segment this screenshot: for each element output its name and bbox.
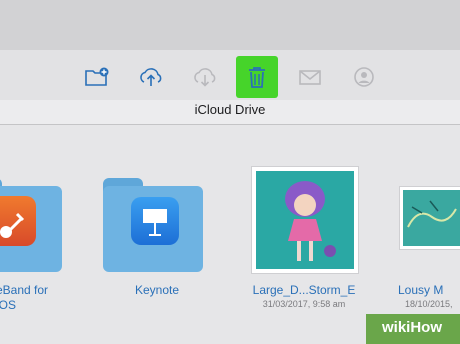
file-label[interactable]: Lousy M: [398, 283, 460, 297]
cloud-download-icon: [194, 68, 216, 87]
folder-plus-icon: [85, 67, 109, 86]
file-date: 18/10/2015,: [405, 299, 453, 309]
watermark-text: wikiHow: [382, 319, 443, 336]
file-date: 31/03/2017, 9:58 am: [262, 299, 346, 309]
doll-photo-thumbnail[interactable]: [251, 166, 359, 274]
upload-button[interactable]: [137, 63, 165, 91]
download-button[interactable]: [191, 63, 219, 91]
file-label[interactable]: Keynote: [103, 283, 211, 297]
guitar-app-icon: [0, 196, 36, 246]
new-folder-button[interactable]: [83, 63, 111, 91]
toolbar: [0, 50, 460, 100]
cloud-upload-icon: [140, 68, 162, 86]
top-bar: [0, 0, 460, 50]
mail-button[interactable]: [296, 63, 324, 91]
add-person-button[interactable]: [350, 63, 378, 91]
keynote-app-icon: [131, 197, 179, 245]
file-label[interactable]: Large_D...Storm_E: [226, 283, 382, 297]
sketch-thumbnail[interactable]: [399, 186, 460, 250]
file-label-line2[interactable]: iOS: [0, 298, 56, 312]
trash-icon: [249, 67, 265, 88]
delete-button[interactable]: [243, 63, 271, 91]
add-person-icon: [354, 67, 374, 87]
page-title: iCloud Drive: [194, 102, 266, 117]
envelope-icon: [299, 70, 321, 85]
file-grid: [0, 125, 460, 344]
file-label[interactable]: eBand for: [0, 283, 56, 297]
